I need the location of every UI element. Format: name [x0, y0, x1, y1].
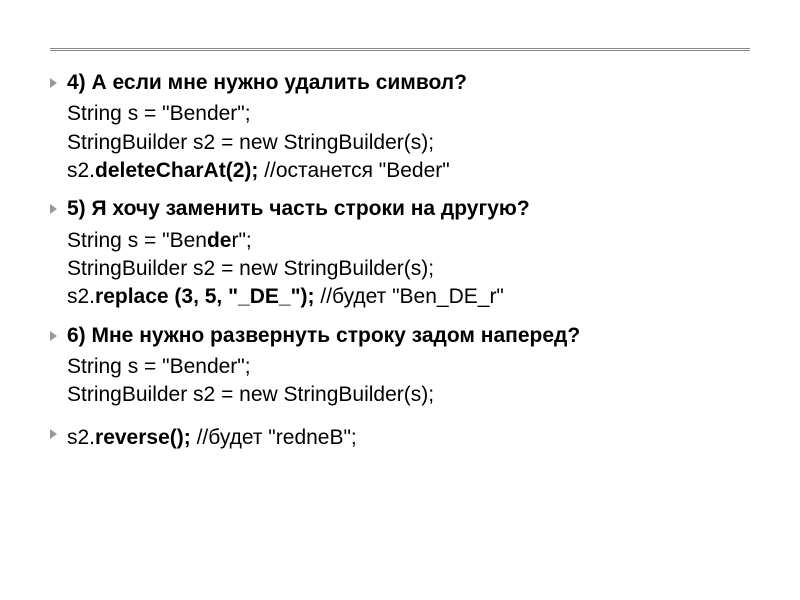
code-block: String s = "Bender";StringBuilder s2 = n…: [67, 353, 750, 410]
bullet-icon: [50, 204, 57, 214]
divider: [50, 48, 750, 51]
code-line: s2.reverse(); //будет "redneB";: [67, 424, 357, 452]
code-block: String s = "Bender";StringBuilder s2 = n…: [67, 100, 750, 185]
list-item: 6) Мне нужно развернуть строку задом нап…: [50, 322, 750, 349]
list-item: 5) Я хочу заменить часть строки на другу…: [50, 195, 750, 222]
code-block: String s = "Bender";StringBuilder s2 = n…: [67, 227, 750, 312]
item-heading: 4) А если мне нужно удалить символ?: [67, 69, 467, 96]
bullet-icon: [50, 331, 57, 341]
list-item: 4) А если мне нужно удалить символ?: [50, 69, 750, 96]
bullet-list: 4) А если мне нужно удалить символ? Strin…: [50, 69, 750, 410]
slide-content: 4) А если мне нужно удалить символ? Strin…: [0, 0, 800, 462]
bullet-icon: [50, 78, 57, 88]
bullet-icon: [50, 429, 57, 439]
item-heading: 6) Мне нужно развернуть строку задом нап…: [67, 322, 580, 349]
item-heading: 5) Я хочу заменить часть строки на другу…: [67, 195, 530, 222]
list-item: s2.reverse(); //будет "redneB";: [50, 420, 750, 462]
